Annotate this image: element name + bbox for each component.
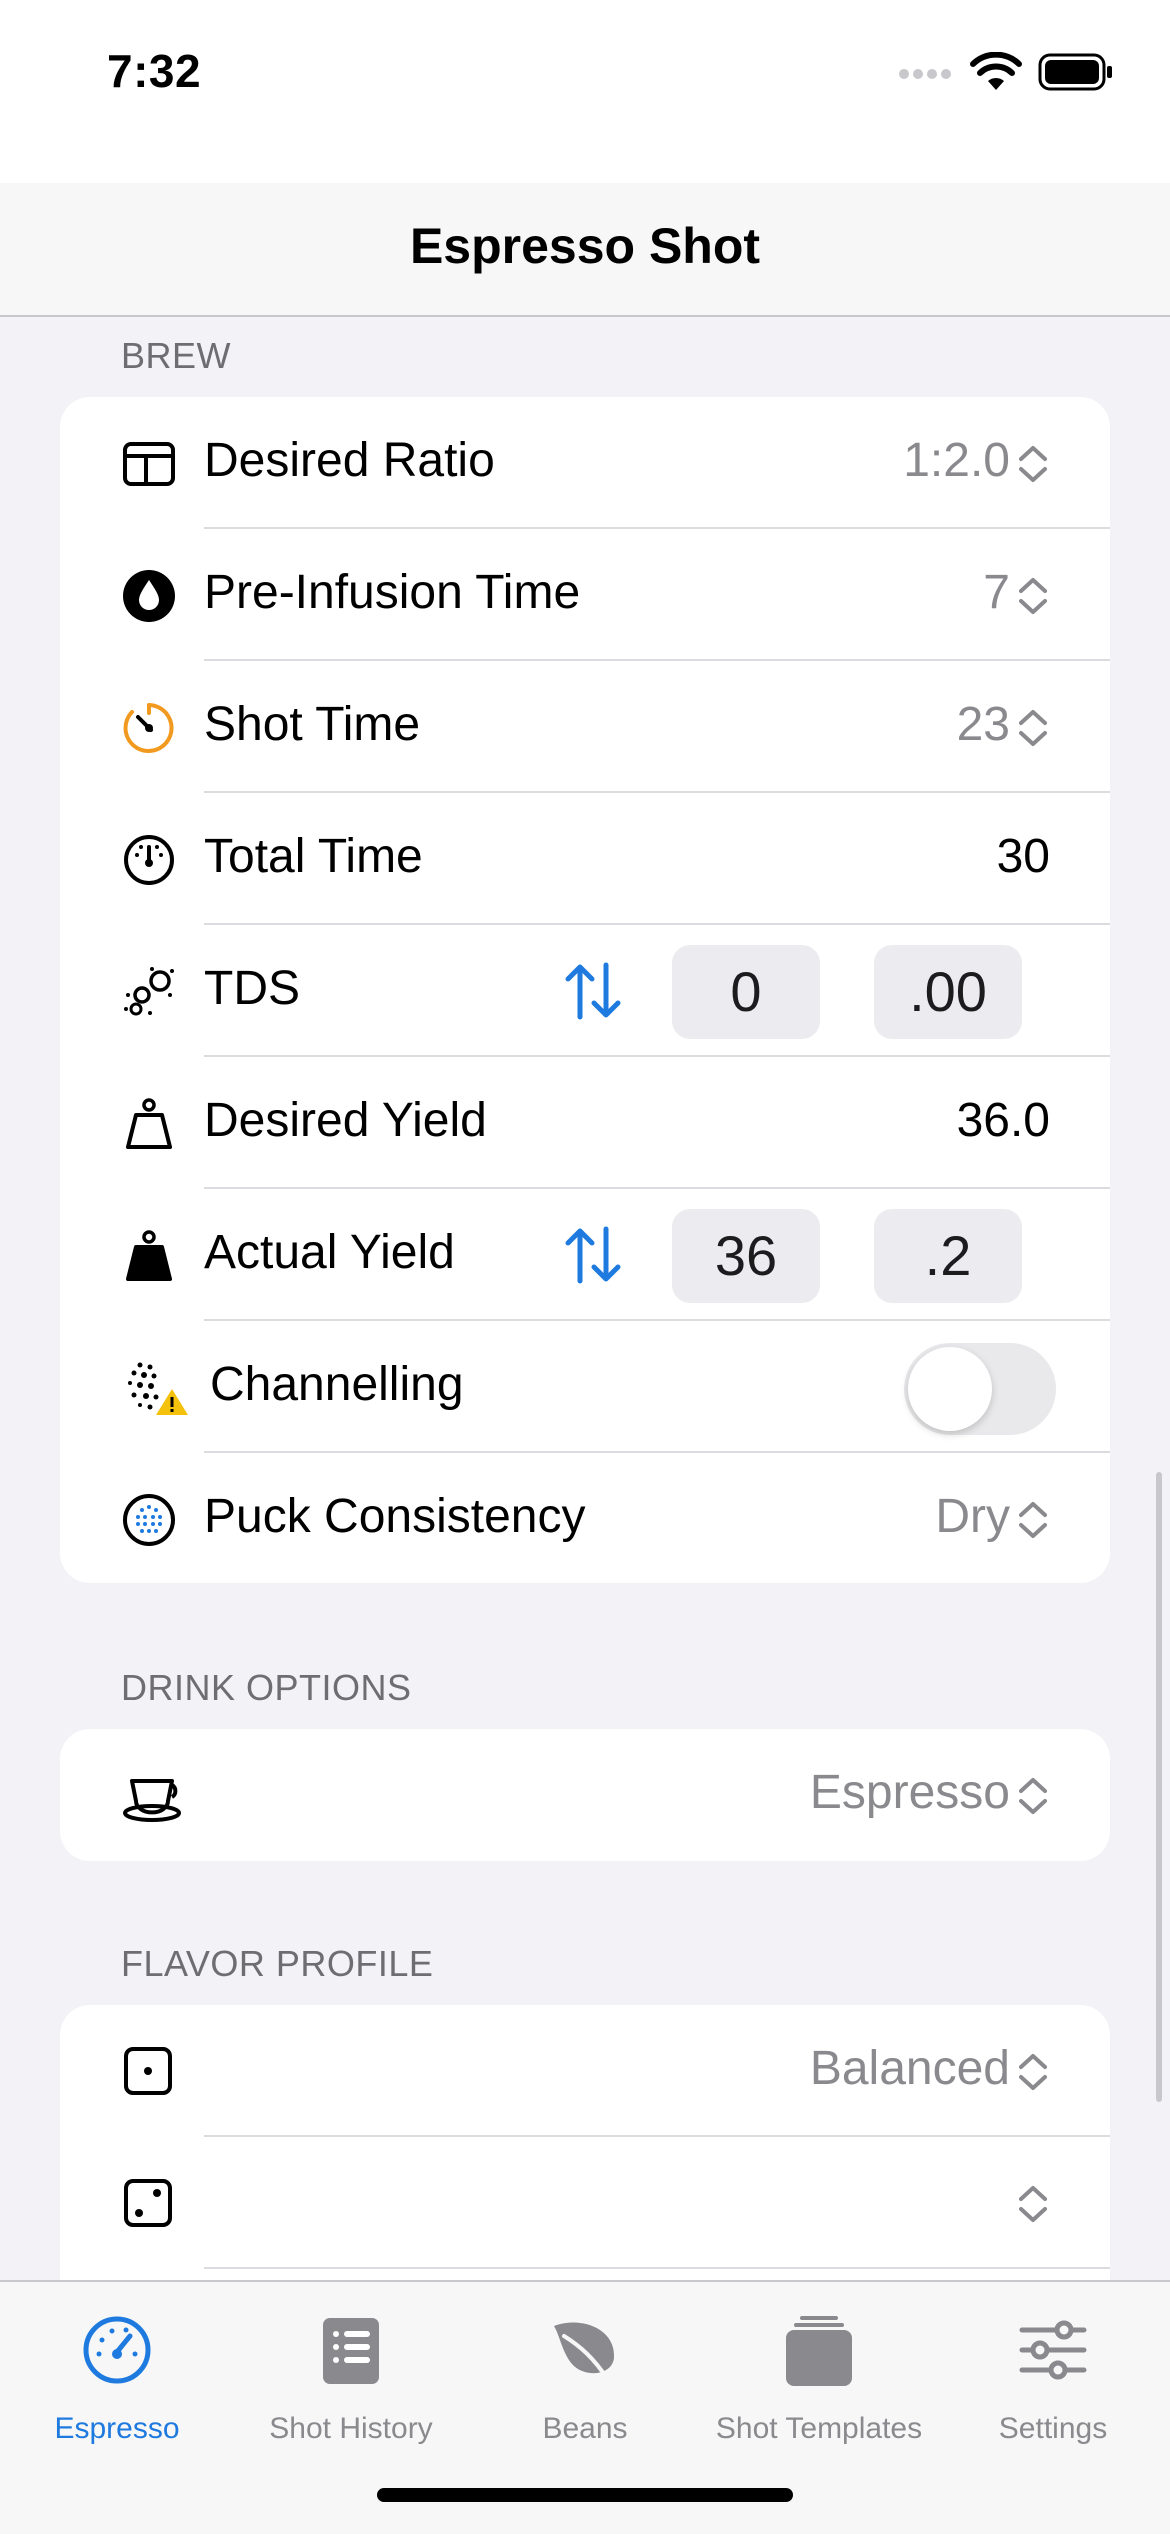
battery-icon — [1038, 53, 1112, 91]
chevron-up-down-icon — [1019, 2054, 1047, 2090]
section-header-brew: BREW — [121, 335, 231, 376]
section-header-drink-options: DRINK OPTIONS — [121, 1667, 412, 1708]
timer-icon — [123, 703, 174, 753]
tds-whole-input[interactable]: 0 — [672, 945, 820, 1039]
dice-two-icon — [124, 2179, 172, 2227]
brew-group: Desired Ratio 1:2.0 Pre-Infusion Time 7 — [60, 397, 1110, 1583]
list-icon — [323, 2318, 379, 2384]
chevron-up-down-icon — [1019, 1502, 1047, 1538]
tds-label: TDS — [204, 962, 300, 1015]
toggle-knob — [908, 1347, 992, 1431]
chevron-up-down-icon — [1019, 446, 1047, 482]
sliders-icon — [1019, 2320, 1087, 2380]
tds-fraction-input[interactable]: .00 — [874, 945, 1022, 1039]
channelling-toggle[interactable] — [904, 1343, 1056, 1435]
page-title: Espresso Shot — [409, 218, 761, 274]
tab-label: Shot Templates — [715, 2412, 923, 2445]
desired-yield-value: 36.0 — [956, 1094, 1050, 1147]
flavor-profile-group: Balanced — [60, 2005, 1110, 2280]
drink-options-group: Espresso — [60, 1729, 1110, 1861]
tray-stack-icon — [786, 2316, 852, 2386]
drop-icon — [123, 570, 175, 622]
cup-icon — [123, 1779, 181, 1822]
chevron-up-down-icon — [1019, 578, 1047, 614]
scroll-indicator[interactable] — [1156, 1472, 1162, 2102]
chevron-up-down-icon — [1019, 710, 1047, 746]
flavor-row-1[interactable]: Balanced — [60, 2005, 1110, 2137]
weight-filled-icon — [126, 1230, 172, 1281]
dice-one-icon — [124, 2047, 172, 2095]
chevron-up-down-icon — [1019, 2186, 1047, 2222]
puck-consistency-value: Dry — [935, 1490, 1010, 1543]
gauge-icon — [124, 835, 174, 885]
total-time-label: Total Time — [204, 830, 423, 883]
ratio-icon — [123, 442, 175, 486]
desired-ratio-label: Desired Ratio — [204, 434, 495, 487]
pre-infusion-time-value: 7 — [983, 566, 1010, 619]
tab-label: Settings — [998, 2412, 1108, 2445]
flavor-row-1-value: Balanced — [809, 2042, 1010, 2095]
tds-row: TDS 0 .00 — [60, 925, 1110, 1057]
tab-label: Shot History — [269, 2412, 433, 2445]
tab-shot-history[interactable]: Shot History — [234, 2302, 468, 2472]
channelling-label: Channelling — [210, 1358, 464, 1411]
drink-type-value: Espresso — [809, 1766, 1010, 1819]
desired-ratio-row[interactable]: Desired Ratio 1:2.0 — [60, 397, 1110, 529]
puck-consistency-row[interactable]: Puck Consistency Dry — [60, 1453, 1110, 1583]
status-bar: 7:32 — [0, 0, 1170, 183]
total-time-row: Total Time 30 — [60, 793, 1110, 925]
actual-yield-row: Actual Yield 36 .2 — [60, 1189, 1110, 1321]
drink-type-row[interactable]: Espresso — [60, 1729, 1110, 1861]
total-time-value: 30 — [996, 830, 1050, 883]
status-icons — [898, 52, 1114, 92]
flavor-row-2[interactable] — [60, 2137, 1110, 2269]
leaf-icon — [554, 2322, 615, 2382]
section-header-flavor-profile: FLAVOR PROFILE — [121, 1943, 434, 1984]
desired-yield-label: Desired Yield — [204, 1094, 487, 1147]
desired-ratio-value: 1:2.0 — [903, 434, 1010, 487]
status-time: 7:32 — [107, 45, 202, 97]
pre-infusion-time-row[interactable]: Pre-Infusion Time 7 — [60, 529, 1110, 661]
puck-icon — [123, 1494, 175, 1546]
pre-infusion-time-label: Pre-Infusion Time — [204, 566, 581, 619]
shot-time-value: 23 — [956, 698, 1010, 751]
cellular-signal-icon — [899, 69, 951, 79]
tab-shot-templates[interactable]: Shot Templates — [702, 2302, 936, 2472]
shot-time-label: Shot Time — [204, 698, 421, 751]
tab-beans[interactable]: Beans — [468, 2302, 702, 2472]
actual-yield-fraction-input[interactable]: .2 — [874, 1209, 1022, 1303]
channelling-row: Channelling — [60, 1321, 1110, 1453]
speedometer-icon — [83, 2316, 151, 2384]
puck-consistency-label: Puck Consistency — [204, 1490, 586, 1543]
navigation-bar: Espresso Shot — [0, 183, 1170, 317]
tab-settings[interactable]: Settings — [936, 2302, 1170, 2472]
particles-icon — [124, 967, 174, 1016]
chevron-up-down-icon — [1019, 1778, 1047, 1814]
row-separator — [204, 2267, 1110, 2269]
form-content[interactable]: BREW Desired Ratio 1:2.0 Pre-Infusion Ti… — [0, 317, 1170, 2280]
channelling-warning-icon — [128, 1362, 188, 1415]
tab-label: Beans — [542, 2412, 628, 2445]
home-indicator[interactable] — [377, 2488, 793, 2502]
desired-yield-row: Desired Yield 36.0 — [60, 1057, 1110, 1189]
actual-yield-whole-input[interactable]: 36 — [672, 1209, 820, 1303]
actual-yield-label: Actual Yield — [204, 1226, 455, 1279]
weight-outline-icon — [126, 1098, 172, 1149]
tab-espresso[interactable]: Espresso — [0, 2302, 234, 2472]
wifi-icon — [970, 52, 1022, 90]
swap-arrows-icon[interactable] — [560, 1223, 626, 1287]
tab-label: Espresso — [54, 2412, 180, 2445]
shot-time-row[interactable]: Shot Time 23 — [60, 661, 1110, 793]
swap-arrows-icon[interactable] — [560, 959, 626, 1023]
